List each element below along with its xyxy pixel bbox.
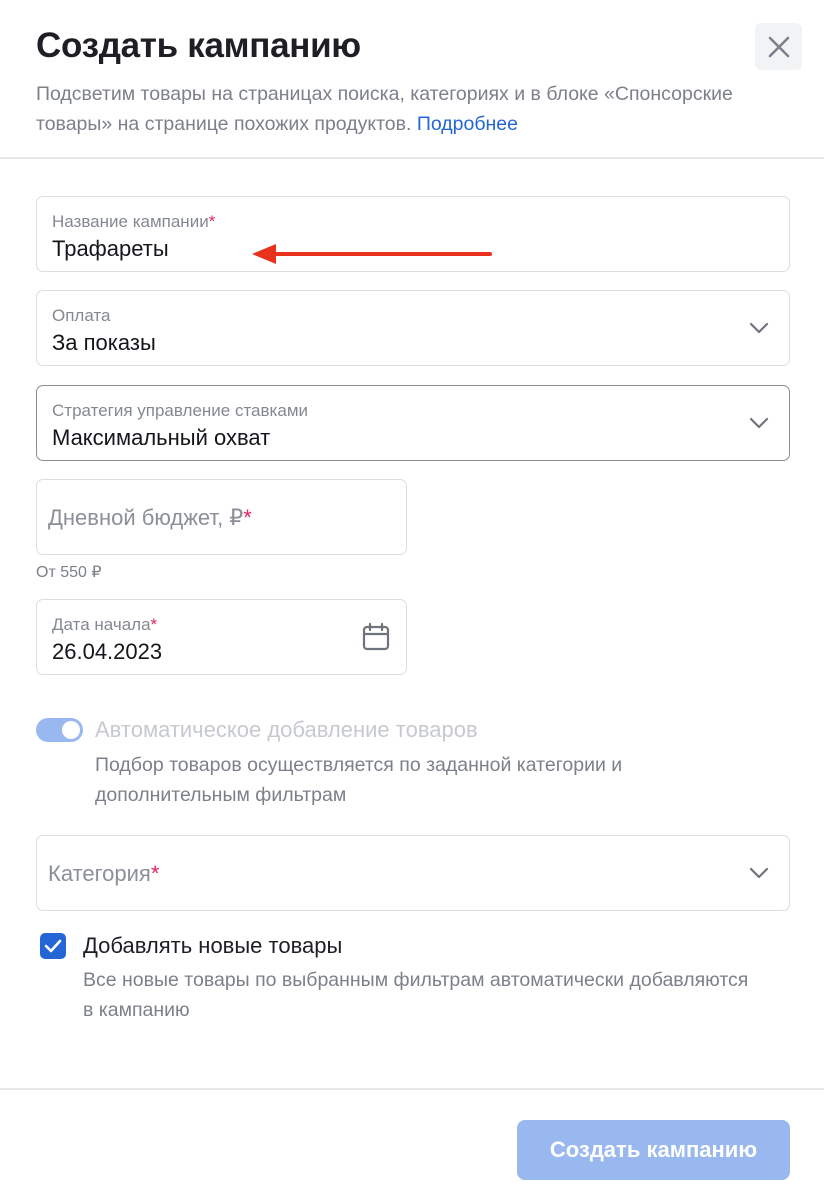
auto-add-toggle[interactable] <box>36 718 83 742</box>
bid-strategy-value: Максимальный охват <box>52 425 271 450</box>
payment-value: За показы <box>52 330 156 355</box>
chevron-down-icon <box>749 322 769 334</box>
modal-title: Создать кампанию <box>36 26 361 65</box>
footer-divider <box>0 1088 824 1090</box>
add-new-products-description: Все новые товары по выбранным фильтрам а… <box>83 969 749 1021</box>
annotation-arrow-icon <box>252 244 492 264</box>
auto-add-title: Автоматическое добавление товаров <box>95 717 478 742</box>
bid-strategy-select[interactable]: Стратегия управление ставками Максимальн… <box>36 385 790 461</box>
more-info-link[interactable]: Подробнее <box>417 113 518 135</box>
chevron-down-icon <box>749 417 769 429</box>
daily-budget-hint: От 550 ₽ <box>36 564 102 581</box>
daily-budget-placeholder: Дневной бюджет, ₽* <box>48 505 252 530</box>
add-new-products-title: Добавлять новые товары <box>83 933 343 958</box>
chevron-down-icon <box>749 867 769 879</box>
start-date-value: 26.04.2023 <box>52 639 163 664</box>
create-campaign-modal: Создать кампанию Подсветим товары на стр… <box>0 0 824 1200</box>
category-select[interactable]: Категория* <box>36 835 790 911</box>
required-mark: * <box>208 212 216 231</box>
modal-subtitle: Подсветим товары на страницах поиска, ка… <box>36 79 776 139</box>
subtitle-text: Подсветим товары на страницах поиска, ка… <box>36 83 733 135</box>
payment-label: Оплата <box>52 306 111 325</box>
required-mark: * <box>150 861 160 886</box>
start-date-input[interactable]: Дата начала* 26.04.2023 <box>36 599 407 675</box>
header-divider <box>0 157 824 159</box>
campaign-name-value: Трафареты <box>52 236 169 261</box>
required-mark: * <box>150 615 158 634</box>
add-new-products-checkbox[interactable] <box>40 933 66 959</box>
category-placeholder: Категория* <box>48 861 160 886</box>
close-icon <box>768 36 789 57</box>
checkmark-icon <box>44 939 62 953</box>
close-button[interactable] <box>755 23 802 70</box>
payment-select[interactable]: Оплата За показы <box>36 290 790 366</box>
daily-budget-input[interactable]: Дневной бюджет, ₽* <box>36 479 407 555</box>
auto-add-description: Подбор товаров осуществляется по заданно… <box>95 754 623 806</box>
start-date-label: Дата начала* <box>52 615 158 634</box>
required-mark: * <box>243 505 252 530</box>
create-campaign-button[interactable]: Создать кампанию <box>517 1120 790 1180</box>
toggle-knob <box>62 721 80 739</box>
bid-strategy-label: Стратегия управление ставками <box>52 401 308 420</box>
calendar-icon[interactable] <box>362 622 390 652</box>
campaign-name-label: Название кампании* <box>52 212 216 231</box>
